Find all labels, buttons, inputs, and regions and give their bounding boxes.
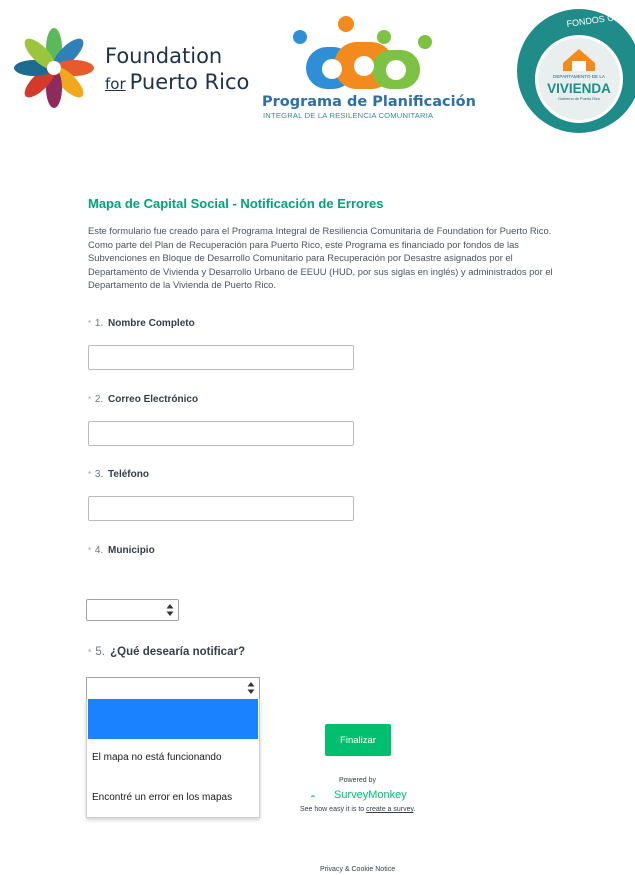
survey-title: Mapa de Capital Social - Notificación de… <box>88 196 384 211</box>
create-survey-text: See how easy it is to create a survey. <box>300 806 416 813</box>
question-1-label: * 1. Nombre Completo <box>88 318 195 329</box>
fpr-logo-line1: Foundation <box>105 44 223 68</box>
privacy-cookie-notice-link[interactable]: Privacy & Cookie Notice <box>320 866 395 873</box>
cdbg-dr-vivienda-badge: FONDOS CDBG-DR DEPARTAMENTO DE LA VIVIEN… <box>517 7 635 133</box>
notificar-dropdown-list: El mapa no está funcionando Encontré un … <box>86 699 260 818</box>
ppi-logo-subtitle: INTEGRAL DE LA RESILENCIA COMUNITARIA <box>263 111 434 120</box>
svg-text:VIVIENDA: VIVIENDA <box>547 81 611 96</box>
fpr-logo-line2: for Puerto Rico <box>105 70 250 94</box>
correo-electronico-input[interactable] <box>88 421 354 446</box>
nombre-completo-input[interactable] <box>88 345 354 370</box>
notificar-select[interactable] <box>86 677 260 699</box>
question-3-label: * 3. Teléfono <box>88 469 149 480</box>
ppi-logo-title: Programa de Planificación <box>262 94 476 110</box>
svg-text:Gobierno de Puerto Rico: Gobierno de Puerto Rico <box>558 97 600 101</box>
powered-by-text: Powered by <box>339 777 376 784</box>
select-arrows-icon <box>166 604 174 616</box>
dropdown-option-empty-highlighted[interactable] <box>88 699 258 739</box>
dropdown-option-mapa-no-funciona[interactable]: El mapa no está funcionando <box>92 752 222 763</box>
question-5-label: * 5. ¿Qué desearía notificar? <box>88 646 245 658</box>
svg-text:DEPARTAMENTO DE LA: DEPARTAMENTO DE LA <box>553 74 606 79</box>
create-survey-link[interactable]: create a survey <box>366 806 413 813</box>
surveymonkey-logo-icon <box>311 795 315 798</box>
finalizar-button[interactable]: Finalizar <box>325 724 391 756</box>
surveymonkey-brand[interactable]: SurveyMonkey <box>334 789 407 801</box>
survey-intro-text: Este formulario fue creado para el Progr… <box>88 225 553 291</box>
question-4-label: * 4. Municipio <box>88 545 155 556</box>
municipio-select[interactable] <box>86 599 179 621</box>
question-2-label: * 2. Correo Electrónico <box>88 394 199 405</box>
telefono-input[interactable] <box>88 496 354 521</box>
dropdown-option-error-en-mapas[interactable]: Encontré un error en los mapas <box>92 792 232 803</box>
select-arrows-icon <box>247 682 255 694</box>
